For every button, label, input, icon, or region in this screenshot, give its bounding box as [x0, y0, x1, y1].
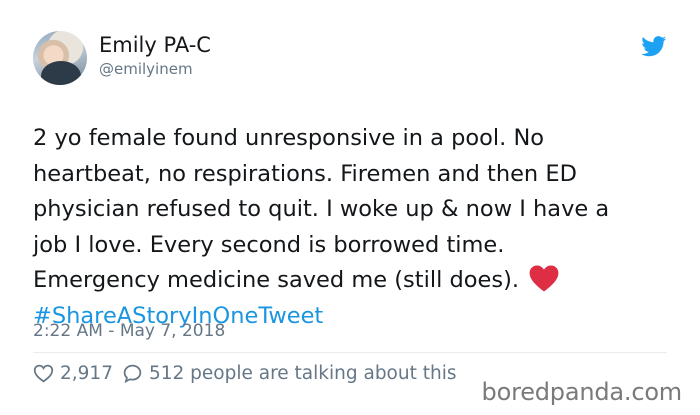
tweet-line: heartbeat, no respirations. Firemen and …: [33, 160, 577, 187]
tweet-timestamp[interactable]: 2:22 AM - May 7, 2018: [33, 321, 225, 341]
red-heart-icon: [529, 265, 559, 292]
tweet-line-text: Emergency medicine saved me (still does)…: [33, 267, 520, 293]
author-name[interactable]: Emily PA-C: [99, 33, 211, 57]
like-heart-icon[interactable]: [33, 363, 54, 384]
author-handle[interactable]: @emilyinem: [99, 60, 193, 78]
avatar[interactable]: [33, 31, 87, 85]
divider: [33, 352, 667, 353]
tweet-line: job I love. Every second is borrowed tim…: [33, 231, 505, 258]
twitter-bird-icon[interactable]: [641, 36, 667, 57]
tweet-line: physician refused to quit. I woke up & n…: [33, 196, 610, 222]
tweet-line: 2 yo female found unresponsive in a pool…: [33, 125, 545, 151]
tweet-card: Emily PA-C @emilyinem 2 yo female found …: [0, 0, 700, 415]
engagement-bar: 2,917 512 people are talking about this: [33, 360, 457, 386]
talking-count[interactable]: 512 people are talking about this: [149, 363, 457, 384]
watermark: boredpanda.com: [481, 378, 683, 406]
comment-bubble-icon[interactable]: [122, 363, 143, 384]
tweet-line-last: Emergency medicine saved me (still does)…: [33, 263, 683, 299]
like-count[interactable]: 2,917: [60, 363, 113, 384]
tweet-text: 2 yo female found unresponsive in a pool…: [33, 121, 683, 334]
